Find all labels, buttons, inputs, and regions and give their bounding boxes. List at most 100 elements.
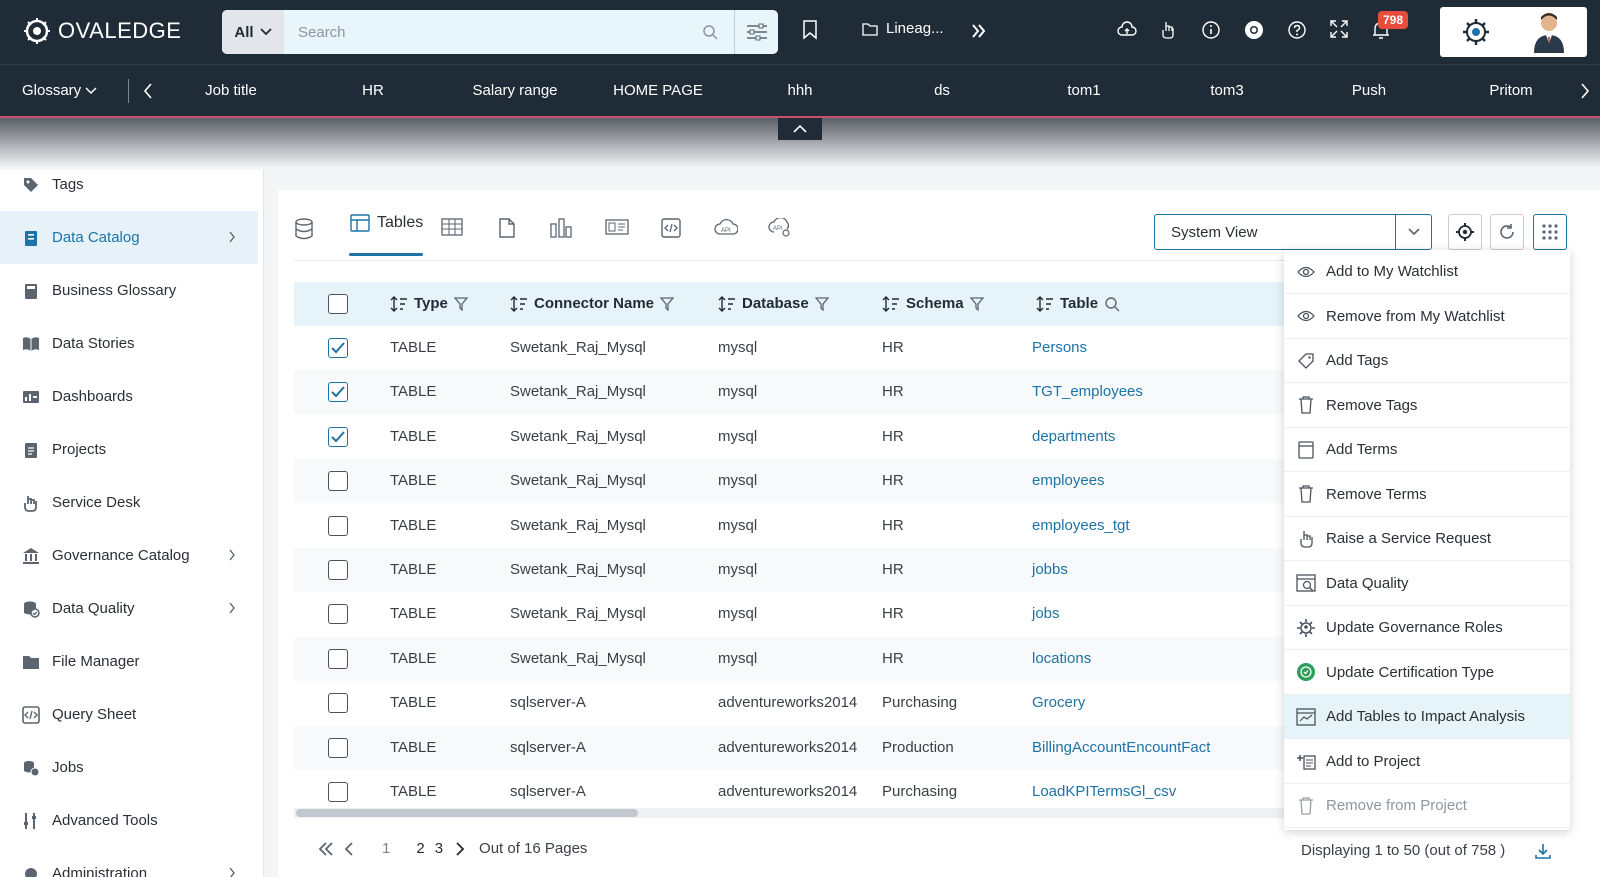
menu-item-raise-a-service-request[interactable]: Raise a Service Request <box>1284 517 1570 561</box>
nav-item[interactable]: Salary range <box>455 82 575 99</box>
sort-icon[interactable] <box>882 295 900 312</box>
dashboard-tab-icon[interactable] <box>605 218 629 236</box>
sidebar-item-tags[interactable]: Tags <box>0 170 258 211</box>
cell-table[interactable]: Persons <box>1032 339 1087 356</box>
row-checkbox[interactable] <box>328 648 348 669</box>
file-tab-icon[interactable] <box>498 218 516 238</box>
row-checkbox[interactable] <box>328 604 348 625</box>
next-page-icon[interactable] <box>455 841 465 856</box>
cell-table[interactable]: employees <box>1032 472 1105 489</box>
row-checkbox[interactable] <box>328 382 348 403</box>
brand-logo[interactable]: OVALEDGE <box>22 16 181 46</box>
prev-page-icon[interactable] <box>344 841 354 856</box>
column-header-table[interactable]: Table <box>1036 295 1120 312</box>
sidebar-item-business-glossary[interactable]: Business Glossary <box>0 264 258 317</box>
api-search-tab-icon[interactable]: API <box>768 218 792 238</box>
sort-icon[interactable] <box>510 295 528 312</box>
column-header-schema[interactable]: Schema <box>882 295 984 312</box>
search-icon[interactable] <box>702 24 718 40</box>
column-header-type[interactable]: Type <box>390 295 468 312</box>
menu-item-update-governance-roles[interactable]: Update Governance Roles <box>1284 606 1570 650</box>
row-checkbox[interactable] <box>328 338 348 358</box>
code-tab-icon[interactable] <box>661 218 681 238</box>
sidebar-item-data-catalog[interactable]: Data Catalog <box>0 211 258 264</box>
columns-tab-icon[interactable] <box>441 218 463 236</box>
row-checkbox[interactable] <box>328 782 348 802</box>
menu-item-add-to-my-watchlist[interactable]: Add to My Watchlist <box>1284 250 1570 294</box>
page-number[interactable]: 3 <box>435 840 443 857</box>
chrome-icon[interactable] <box>1244 20 1264 40</box>
cell-table[interactable]: jobs <box>1032 605 1060 622</box>
module-select[interactable]: Glossary <box>22 82 97 99</box>
page-number[interactable]: 1 <box>382 840 390 857</box>
row-checkbox[interactable] <box>328 693 348 714</box>
nav-item[interactable]: Job title <box>171 82 291 99</box>
cell-table[interactable]: TGT_employees <box>1032 383 1143 400</box>
advanced-search-button[interactable] <box>734 10 778 54</box>
nav-item[interactable]: tom3 <box>1167 82 1287 99</box>
cell-table[interactable]: LoadKPITermsGl_csv <box>1032 783 1176 800</box>
sort-icon[interactable] <box>1036 295 1054 312</box>
report-tab-icon[interactable] <box>550 218 572 238</box>
nav-item[interactable]: HOME PAGE <box>598 82 718 99</box>
column-header-database[interactable]: Database <box>718 295 829 312</box>
row-checkbox[interactable] <box>328 737 348 758</box>
view-select-toggle[interactable] <box>1395 215 1431 249</box>
search-icon[interactable] <box>1104 296 1120 312</box>
info-icon[interactable] <box>1201 20 1221 40</box>
column-header-connector-name[interactable]: Connector Name <box>510 295 675 312</box>
first-page-icon[interactable] <box>318 841 334 856</box>
download-icon[interactable] <box>1534 842 1552 860</box>
sidebar-item-service-desk[interactable]: Service Desk <box>0 476 258 529</box>
row-checkbox[interactable] <box>328 426 348 447</box>
double-chevron-right-icon[interactable] <box>972 24 986 38</box>
tab-tables[interactable]: Tables <box>350 214 423 232</box>
help-icon[interactable] <box>1287 20 1307 40</box>
menu-item-remove-tags[interactable]: Remove Tags <box>1284 384 1570 428</box>
menu-item-add-terms[interactable]: Add Terms <box>1284 428 1570 472</box>
cell-table[interactable]: departments <box>1032 428 1115 445</box>
more-actions-button[interactable] <box>1533 214 1567 250</box>
user-menu[interactable] <box>1440 7 1587 57</box>
nav-item[interactable]: tom1 <box>1024 82 1144 99</box>
select-all-checkbox[interactable] <box>328 294 348 314</box>
sidebar-item-administration[interactable]: Administration <box>0 847 258 877</box>
menu-item-add-tables-to-impact-analysis[interactable]: Add Tables to Impact Analysis <box>1284 695 1570 739</box>
cell-table[interactable]: jobbs <box>1032 561 1068 578</box>
search-scope-select[interactable]: All <box>222 10 284 54</box>
row-checkbox[interactable] <box>328 515 348 536</box>
chevron-left-icon[interactable] <box>143 83 153 99</box>
menu-item-data-quality[interactable]: Data Quality <box>1284 562 1570 606</box>
sidebar-item-governance-catalog[interactable]: Governance Catalog <box>0 529 258 582</box>
sidebar-item-data-quality[interactable]: Data Quality <box>0 582 258 635</box>
page-number[interactable]: 2 <box>416 840 424 857</box>
view-select[interactable]: System View <box>1154 214 1432 250</box>
column-settings-button[interactable] <box>1448 214 1482 250</box>
collapse-nav-button[interactable] <box>778 118 822 140</box>
row-checkbox[interactable] <box>328 560 348 580</box>
scrollbar-thumb[interactable] <box>296 809 638 817</box>
menu-item-add-to-project[interactable]: Add to Project <box>1284 740 1570 784</box>
chevron-right-icon[interactable] <box>1580 83 1590 99</box>
filter-icon[interactable] <box>453 296 468 311</box>
filter-icon[interactable] <box>814 296 829 311</box>
search-input[interactable] <box>284 10 734 54</box>
cell-table[interactable]: BillingAccountEncountFact <box>1032 739 1210 756</box>
menu-item-update-certification-type[interactable]: Update Certification Type <box>1284 651 1570 695</box>
nav-item[interactable]: HR <box>313 82 433 99</box>
cell-table[interactable]: locations <box>1032 650 1091 667</box>
nav-item[interactable]: Pritom <box>1451 82 1571 99</box>
sidebar-item-data-stories[interactable]: Data Stories <box>0 317 258 370</box>
sidebar-item-dashboards[interactable]: Dashboards <box>0 370 258 423</box>
sidebar-item-projects[interactable]: Projects <box>0 423 258 476</box>
database-tab-icon[interactable] <box>294 218 314 240</box>
nav-item[interactable]: ds <box>882 82 1002 99</box>
sort-icon[interactable] <box>390 295 408 312</box>
cell-table[interactable]: employees_tgt <box>1032 517 1130 534</box>
sidebar-item-jobs[interactable]: Jobs <box>0 741 258 794</box>
nav-item[interactable]: hhh <box>740 82 860 99</box>
filter-icon[interactable] <box>660 296 675 311</box>
fullscreen-icon[interactable] <box>1330 20 1348 38</box>
cell-table[interactable]: Grocery <box>1032 694 1085 711</box>
hand-pointer-icon[interactable] <box>1160 20 1176 40</box>
